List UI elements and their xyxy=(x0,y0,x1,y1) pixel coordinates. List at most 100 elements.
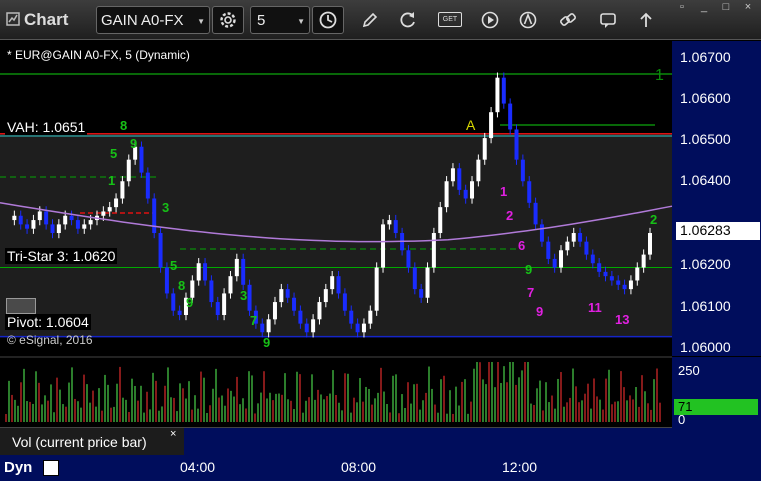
setup-count-marker: 1 xyxy=(108,173,115,188)
price-tick: 1.06400 xyxy=(680,172,731,188)
candle-body xyxy=(107,207,112,212)
candle-body xyxy=(311,319,316,333)
candle-body xyxy=(222,293,227,316)
candle-body xyxy=(209,280,214,303)
candle-body xyxy=(374,267,379,311)
setup-count-marker: 1 xyxy=(500,184,507,199)
candle-body xyxy=(139,146,144,173)
candle-body xyxy=(82,224,87,229)
candle-body xyxy=(304,323,309,333)
candle-body xyxy=(393,220,398,234)
candle-body xyxy=(641,254,646,268)
candle-body xyxy=(387,220,392,225)
price-tick: 1.06100 xyxy=(680,298,731,314)
setup-count-marker: 7 xyxy=(250,313,257,328)
candle-body xyxy=(450,168,455,182)
candle-body xyxy=(298,310,303,324)
candle-body xyxy=(368,310,373,324)
candle-body xyxy=(533,202,538,225)
setup-count-marker: 9 xyxy=(186,295,193,310)
volume-panel-band xyxy=(184,427,672,455)
candle-body xyxy=(565,241,570,251)
candle-body xyxy=(12,215,17,221)
candle-body xyxy=(349,310,354,324)
dynamic-toggle-button[interactable] xyxy=(43,460,59,476)
candle-body xyxy=(539,224,544,242)
copyright-text: © eSignal, 2016 xyxy=(7,333,93,347)
candle-body xyxy=(489,112,494,139)
candle-body xyxy=(56,224,61,234)
candle-body xyxy=(228,276,233,294)
last-price-marker: 1.06283 xyxy=(676,222,760,240)
candle-body xyxy=(495,77,500,113)
setup-count-marker: 3 xyxy=(240,288,247,303)
candle-body xyxy=(425,267,430,298)
panel-toggle-button[interactable] xyxy=(6,298,36,314)
candle-body xyxy=(578,233,583,242)
candle-body xyxy=(590,254,595,264)
candle-body xyxy=(317,302,322,320)
setup-count-marker: 5 xyxy=(170,258,177,273)
setup-count-marker: 2 xyxy=(506,208,513,223)
time-tick: 12:00 xyxy=(502,459,538,475)
candle-body xyxy=(412,267,417,290)
candle-body xyxy=(431,233,436,268)
candle-body xyxy=(603,271,608,277)
candle-body xyxy=(126,159,131,182)
candle-body xyxy=(152,198,157,234)
candle-body xyxy=(584,241,589,255)
candle-body xyxy=(285,289,290,298)
candle-body xyxy=(114,198,119,208)
candle-body xyxy=(342,293,347,311)
price-chart[interactable]: 85913589 379126979 11132A1 xyxy=(0,0,761,481)
price-tick: 1.06500 xyxy=(680,131,731,147)
candle-body xyxy=(597,263,602,272)
candle-body xyxy=(279,289,284,303)
candle-body xyxy=(508,103,513,130)
setup-count-marker: 3 xyxy=(162,200,169,215)
close-icon[interactable]: × xyxy=(170,428,176,440)
candle-body xyxy=(438,207,443,234)
candle-body xyxy=(50,224,55,234)
candle-body xyxy=(203,263,208,281)
candle-body xyxy=(463,189,468,199)
vah-level-label: VAH: 1.0651 xyxy=(5,119,88,135)
candle-body xyxy=(546,241,551,259)
candle-body xyxy=(330,276,335,290)
price-tick: 1.06700 xyxy=(680,49,731,65)
annotation-1: 1 xyxy=(655,67,664,84)
candle-body xyxy=(457,168,462,190)
candle-body xyxy=(37,211,42,221)
candle-body xyxy=(196,263,201,281)
chart-symbol-title: * EUR@GAIN A0-FX, 5 (Dynamic) xyxy=(7,48,190,62)
price-tick: 1.06000 xyxy=(680,339,731,355)
candle-body xyxy=(552,258,557,268)
candle-body xyxy=(88,220,93,225)
candle-body xyxy=(101,211,106,216)
candle-body xyxy=(75,220,80,229)
candle-body xyxy=(361,323,366,333)
candle-body xyxy=(406,250,411,268)
candle-body xyxy=(444,181,449,208)
candle-body xyxy=(628,280,633,290)
candle-body xyxy=(648,233,652,255)
annotation-a: A xyxy=(466,117,476,133)
candle-body xyxy=(247,284,252,311)
candle-body xyxy=(158,233,163,268)
candle-body xyxy=(44,211,49,225)
candle-body xyxy=(266,319,271,333)
volume-tick: 250 xyxy=(678,363,700,378)
setup-count-marker: 8 xyxy=(120,118,127,133)
setup-count-marker: 6 xyxy=(518,238,525,253)
setup-count-marker: 11 xyxy=(588,300,602,315)
candle-body xyxy=(272,302,277,320)
candle-body xyxy=(260,323,265,333)
dynamic-label: Dyn xyxy=(4,459,33,476)
candle-body xyxy=(120,181,125,199)
candle-body xyxy=(571,233,576,242)
candle-body xyxy=(476,159,481,182)
candle-body xyxy=(145,172,150,199)
candle-body xyxy=(501,77,506,104)
pivot-level-label: Pivot: 1.0604 xyxy=(5,314,91,330)
setup-count-marker: 2 xyxy=(650,212,657,227)
